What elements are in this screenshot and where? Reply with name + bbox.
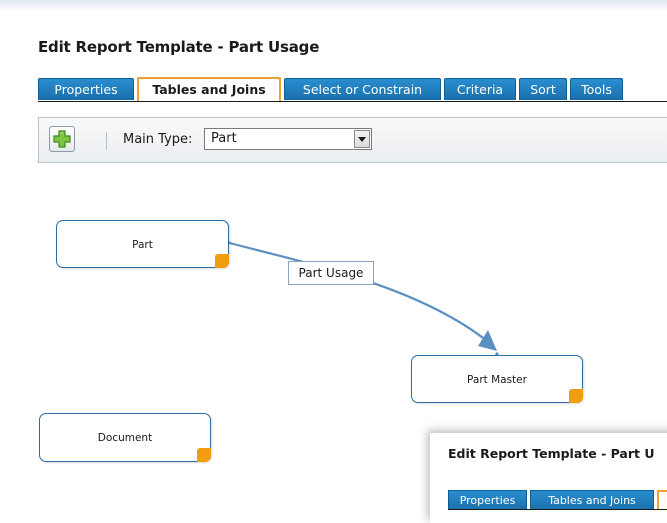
overlay-tab-tables-and-joins[interactable]: Tables and Joins (530, 490, 654, 510)
node-handle[interactable] (215, 254, 229, 268)
table-node-part[interactable]: Part (56, 220, 229, 268)
node-handle[interactable] (569, 389, 583, 403)
table-node-document[interactable]: Document (39, 413, 211, 462)
join-label[interactable]: Part Usage (288, 261, 374, 285)
table-node-part-master[interactable]: Part Master (411, 355, 583, 403)
overlay-tab-active[interactable] (657, 490, 667, 510)
overlapping-window: Edit Report Template - Part U Properties… (430, 433, 667, 523)
overlay-title: Edit Report Template - Part U (448, 446, 655, 461)
overlay-tab-properties[interactable]: Properties (448, 490, 527, 510)
arrowhead-icon (478, 330, 497, 351)
node-label: Part (132, 239, 153, 251)
overlay-tab-underline (448, 509, 667, 510)
node-label: Part Master (467, 374, 527, 386)
node-label: Document (97, 432, 153, 444)
node-handle[interactable] (197, 448, 211, 462)
